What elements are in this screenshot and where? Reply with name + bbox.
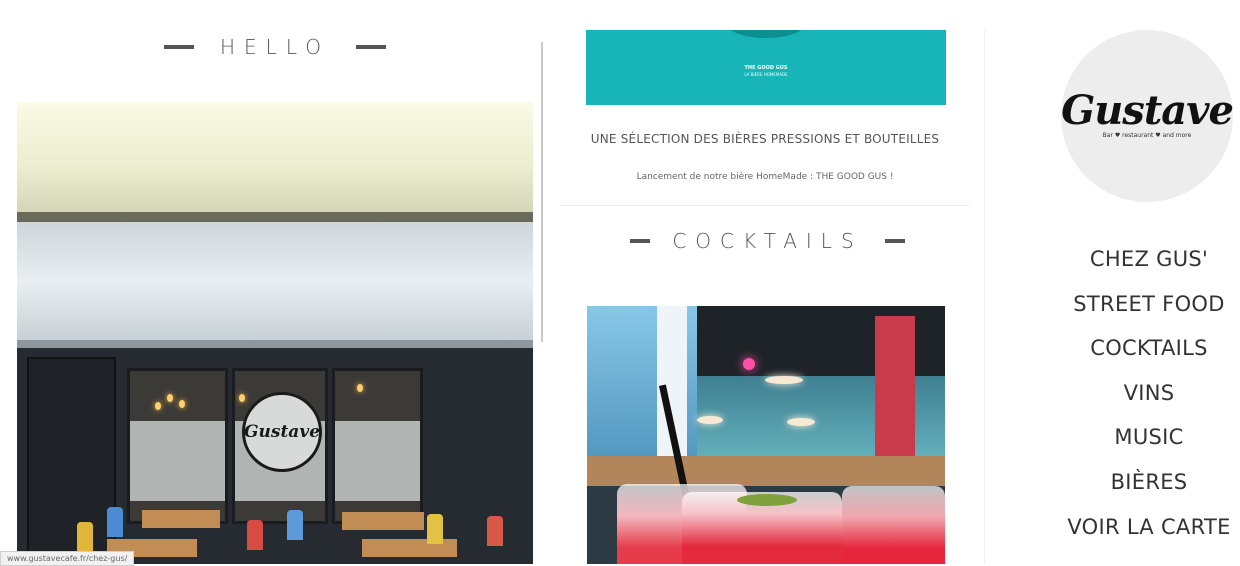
window: [127, 368, 228, 524]
heading-dash-right: [356, 45, 386, 49]
hello-heading: HELLO: [160, 30, 390, 64]
heading-dash-left: [164, 45, 194, 49]
bulb: [155, 402, 161, 410]
bulb: [239, 394, 245, 402]
heading-dash-left: [630, 239, 651, 243]
column-divider: [984, 30, 985, 564]
storefront-logo: Gustave: [242, 392, 322, 472]
nav-item-voir-la-carte[interactable]: VOIR LA CARTE: [1060, 512, 1238, 557]
bulb: [179, 400, 185, 408]
neon-light: [743, 358, 755, 370]
storefront-photo[interactable]: Gustave: [17, 102, 533, 564]
awning: [17, 102, 533, 212]
chair: [107, 507, 123, 537]
nav-item-street-food[interactable]: STREET FOOD: [1060, 289, 1238, 334]
chair: [427, 514, 443, 544]
gustave-logo[interactable]: Gustave Bar ♥ restaurant ♥ and more: [1061, 30, 1234, 202]
cocktail-glass: [842, 486, 945, 564]
banner-brand: THE GOOD GUS: [744, 65, 788, 71]
scrollbar[interactable]: [541, 42, 543, 342]
logo-tagline: Bar ♥ restaurant ♥ and more: [1102, 132, 1192, 139]
nav-item-bieres[interactable]: BIÈRES: [1060, 467, 1238, 512]
nav-item-vins[interactable]: VINS: [1060, 378, 1238, 423]
logo-wordmark: Gustave: [1061, 87, 1234, 134]
chair: [487, 516, 503, 546]
awning-bar: [17, 340, 533, 348]
pendant-lamp: [697, 416, 723, 424]
bulb: [357, 384, 363, 392]
banner-glow: [726, 30, 806, 38]
main-nav: CHEZ GUS' STREET FOOD COCKTAILS VINS MUS…: [1060, 244, 1238, 556]
chair: [77, 522, 93, 552]
beer-section-title: UNE SÉLECTION DES BIÈRES PRESSIONS ET BO…: [590, 132, 940, 146]
table: [142, 510, 220, 528]
cocktails-title: COCKTAILS: [672, 229, 863, 253]
hello-title: HELLO: [220, 35, 330, 59]
nav-item-cocktails[interactable]: COCKTAILS: [1060, 333, 1238, 378]
pendant-lamp: [765, 376, 803, 384]
awning-blind: [17, 222, 533, 342]
mint-leaf: [737, 494, 797, 506]
beer-banner[interactable]: THE GOOD GUS LA BIÈRE HOMEMADE: [586, 30, 946, 105]
chair: [247, 520, 263, 550]
window: [332, 368, 423, 524]
chair: [287, 510, 303, 540]
photo-pillar: [875, 316, 915, 456]
cocktail-photo[interactable]: [587, 306, 945, 564]
pendant-lamp: [787, 418, 815, 426]
door: [27, 357, 116, 564]
table: [342, 512, 424, 530]
banner-fine-print: LA BIÈRE HOMEMADE: [744, 72, 788, 77]
cocktails-heading: COCKTAILS: [630, 224, 905, 258]
awning-lip: [17, 212, 533, 222]
nav-item-music[interactable]: MUSIC: [1060, 422, 1238, 467]
heading-dash-right: [884, 239, 905, 243]
nav-item-chez-gus[interactable]: CHEZ GUS': [1060, 244, 1238, 289]
bar-counter: [587, 456, 945, 486]
beer-section-subtitle: Lancement de notre bière HomeMade : THE …: [636, 172, 894, 182]
divider: [560, 205, 970, 206]
bulb: [167, 394, 173, 402]
